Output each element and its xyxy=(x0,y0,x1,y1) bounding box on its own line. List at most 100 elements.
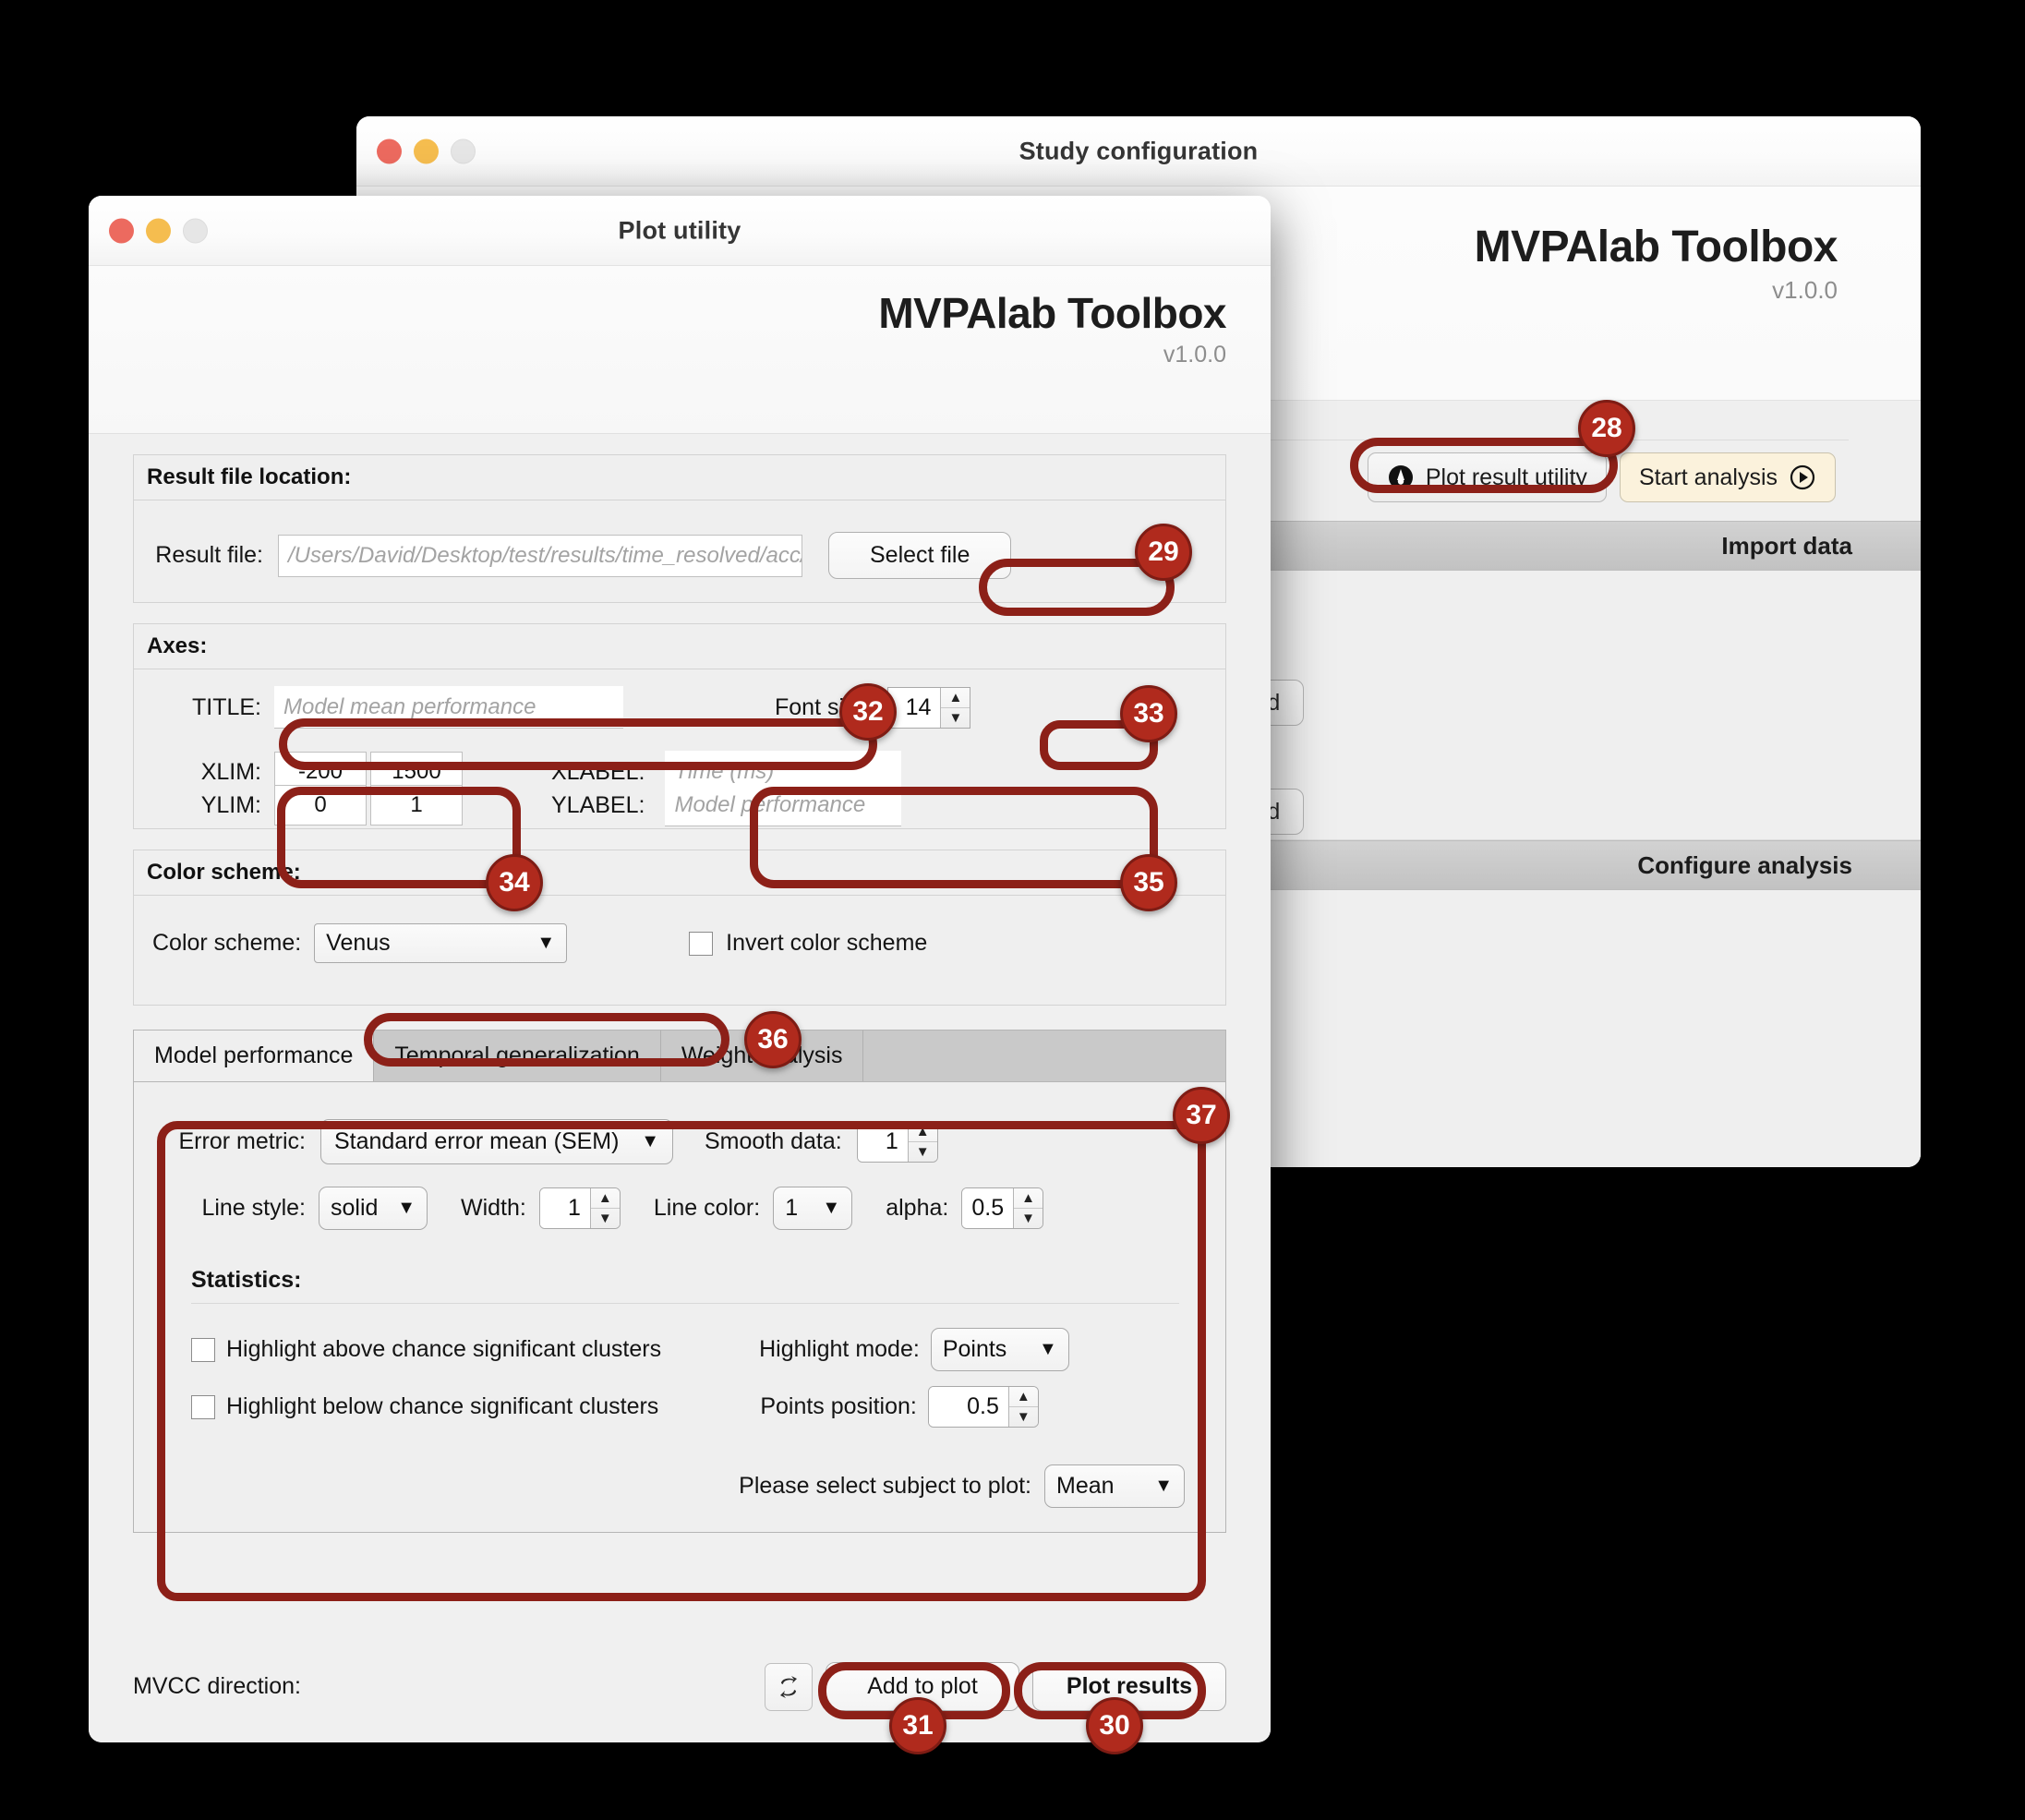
swap-direction-button[interactable] xyxy=(765,1662,813,1711)
stepper-down-icon: ▼ xyxy=(915,1144,930,1160)
ylabel-input[interactable]: Model performance xyxy=(665,784,902,826)
plot-result-utility-label: Plot result utility xyxy=(1425,464,1587,490)
points-position-arrows[interactable]: ▲ ▼ xyxy=(1007,1387,1038,1427)
start-analysis-button[interactable]: Start analysis xyxy=(1619,452,1836,502)
annotation-badge-36: 36 xyxy=(744,1011,802,1068)
invert-color-scheme-checkbox[interactable] xyxy=(689,931,714,956)
tab-model-performance[interactable]: Model performance xyxy=(134,1031,375,1081)
select-file-button[interactable]: Select file xyxy=(828,532,1012,579)
stepper-up-icon: ▲ xyxy=(1008,1387,1038,1407)
plot-brand: MVPAlab Toolbox v1.0.0 xyxy=(878,288,1226,368)
ylim-label: YLIM: xyxy=(200,791,261,818)
color-scheme-section-title: Color scheme: xyxy=(134,850,1225,896)
statistics-block: Statistics: xyxy=(165,1267,1194,1304)
study-brand-title: MVPAlab Toolbox xyxy=(1474,223,1838,271)
smooth-data-label: Smooth data: xyxy=(705,1128,842,1154)
width-stepper[interactable]: 1 ▲ ▼ xyxy=(538,1187,621,1229)
line-style-label: Line style: xyxy=(201,1195,306,1221)
error-metric-row: Error metric: Standard error mean (SEM) … xyxy=(165,1119,1194,1164)
xlabel-label: XLABEL: xyxy=(551,758,645,785)
highlight-above-checkbox[interactable] xyxy=(191,1337,215,1362)
ylim-row: YLIM: 0 1 YLABEL: Model performance xyxy=(143,784,902,826)
highlight-mode-select[interactable]: Points ▼ xyxy=(930,1328,1069,1371)
highlight-above-row: Highlight above chance significant clust… xyxy=(165,1328,1194,1371)
stepper-up-icon: ▲ xyxy=(941,688,970,708)
chevron-down-icon: ▼ xyxy=(1039,1339,1057,1359)
axes-section: Axes: TITLE: Model mean performance Font… xyxy=(133,623,1226,829)
plot-footer: MVCC direction: Add to plot Plot results xyxy=(133,1662,1226,1711)
width-value: 1 xyxy=(539,1188,590,1228)
result-file-label: Result file: xyxy=(155,542,263,568)
width-arrows[interactable]: ▲ ▼ xyxy=(589,1188,620,1228)
subject-value: Mean xyxy=(1056,1473,1115,1499)
result-file-row: Result file: /Users/David/Desktop/test/r… xyxy=(152,532,1012,579)
width-label: Width: xyxy=(461,1195,526,1221)
chevron-down-icon: ▼ xyxy=(536,933,556,953)
annotation-badge-28: 28 xyxy=(1578,400,1635,457)
statistics-heading: Statistics: xyxy=(191,1267,302,1293)
line-color-label: Line color: xyxy=(653,1195,761,1221)
alpha-label: alpha: xyxy=(886,1195,949,1221)
font-size-arrows[interactable]: ▲ ▼ xyxy=(940,687,970,728)
highlight-below-row: Highlight below chance significant clust… xyxy=(165,1386,1194,1428)
mvcc-direction-label: MVCC direction: xyxy=(133,1673,301,1699)
smooth-data-arrows[interactable]: ▲ ▼ xyxy=(907,1122,937,1162)
line-style-select[interactable]: solid ▼ xyxy=(319,1187,428,1230)
result-file-section: Result file location: Result file: /User… xyxy=(133,454,1226,603)
error-metric-value: Standard error mean (SEM) xyxy=(334,1128,620,1154)
alpha-value: 0.5 xyxy=(962,1188,1014,1228)
points-position-label: Points position: xyxy=(760,1393,917,1419)
alpha-stepper[interactable]: 0.5 ▲ ▼ xyxy=(961,1187,1044,1229)
plot-brand-title: MVPAlab Toolbox xyxy=(878,289,1226,337)
plot-window-title: Plot utility xyxy=(618,216,741,244)
analysis-tabstrip: Model performance Temporal generalizatio… xyxy=(134,1031,1225,1082)
tab-temporal-generalization[interactable]: Temporal generalization xyxy=(374,1031,661,1081)
study-toolbar: Plot result utility Start analysis xyxy=(1367,452,1836,502)
highlight-mode-value: Points xyxy=(942,1336,1007,1362)
smooth-data-value: 1 xyxy=(857,1122,908,1162)
study-window-title: Study configuration xyxy=(1019,137,1259,164)
tabstrip-filler xyxy=(863,1031,1225,1081)
stepper-down-icon: ▼ xyxy=(948,709,963,726)
color-scheme-select[interactable]: Venus ▼ xyxy=(314,923,568,963)
points-position-stepper[interactable]: 0.5 ▲ ▼ xyxy=(927,1386,1039,1428)
result-file-input[interactable]: /Users/David/Desktop/test/results/time_r… xyxy=(278,534,802,577)
import-data-title: Import data xyxy=(1721,531,1852,560)
subject-label: Please select subject to plot: xyxy=(739,1473,1031,1499)
color-scheme-value: Venus xyxy=(326,930,391,956)
swap-arrows-icon xyxy=(780,1675,797,1698)
chevron-down-icon: ▼ xyxy=(397,1198,416,1218)
invert-color-scheme-label: Invert color scheme xyxy=(726,930,928,956)
axes-section-title: Axes: xyxy=(134,624,1225,669)
stepper-up-icon: ▲ xyxy=(1014,1188,1043,1209)
alpha-arrows[interactable]: ▲ ▼ xyxy=(1013,1188,1043,1228)
line-style-row: Line style: solid ▼ Width: 1 ▲ ▼ Line col… xyxy=(165,1187,1194,1230)
subject-select[interactable]: Mean ▼ xyxy=(1044,1464,1185,1508)
highlight-below-checkbox[interactable] xyxy=(191,1394,215,1419)
axes-title-label: TITLE: xyxy=(191,693,261,720)
axes-title-input[interactable]: Model mean performance xyxy=(274,686,623,729)
ylim-min-input[interactable]: 0 xyxy=(274,785,367,826)
configure-analysis-title: Configure analysis xyxy=(1637,850,1852,879)
color-scheme-row: Color scheme: Venus ▼ Invert color schem… xyxy=(152,923,927,963)
screenshot-root: Study configuration MVPAlab Toolbox v1.0… xyxy=(0,0,2025,1820)
line-style-value: solid xyxy=(331,1195,379,1221)
line-color-select[interactable]: 1 ▼ xyxy=(773,1187,853,1230)
subject-select-row: Please select subject to plot: Mean ▼ xyxy=(165,1464,1194,1508)
error-metric-select[interactable]: Standard error mean (SEM) ▼ xyxy=(320,1119,673,1164)
highlight-mode-label: Highlight mode: xyxy=(759,1336,920,1362)
start-analysis-label: Start analysis xyxy=(1638,464,1778,490)
plot-result-utility-button[interactable]: Plot result utility xyxy=(1367,452,1607,502)
plot-utility-window: Plot utility MVPAlab Toolbox v1.0.0 Resu… xyxy=(89,196,1271,1742)
smooth-data-stepper[interactable]: 1 ▲ ▼ xyxy=(856,1121,938,1163)
ylim-max-input[interactable]: 1 xyxy=(370,785,463,826)
color-scheme-label: Color scheme: xyxy=(152,930,302,956)
font-size-stepper[interactable]: 14 ▲ ▼ xyxy=(887,686,971,729)
error-metric-label: Error metric: xyxy=(178,1128,307,1154)
chevron-down-icon: ▼ xyxy=(822,1198,841,1218)
annotation-badge-30: 30 xyxy=(1086,1697,1143,1754)
annotation-badge-35: 35 xyxy=(1120,854,1177,911)
ylabel-label: YLABEL: xyxy=(551,791,645,818)
plot-header-band: MVPAlab Toolbox v1.0.0 xyxy=(89,266,1271,434)
annotation-badge-32: 32 xyxy=(839,683,897,741)
